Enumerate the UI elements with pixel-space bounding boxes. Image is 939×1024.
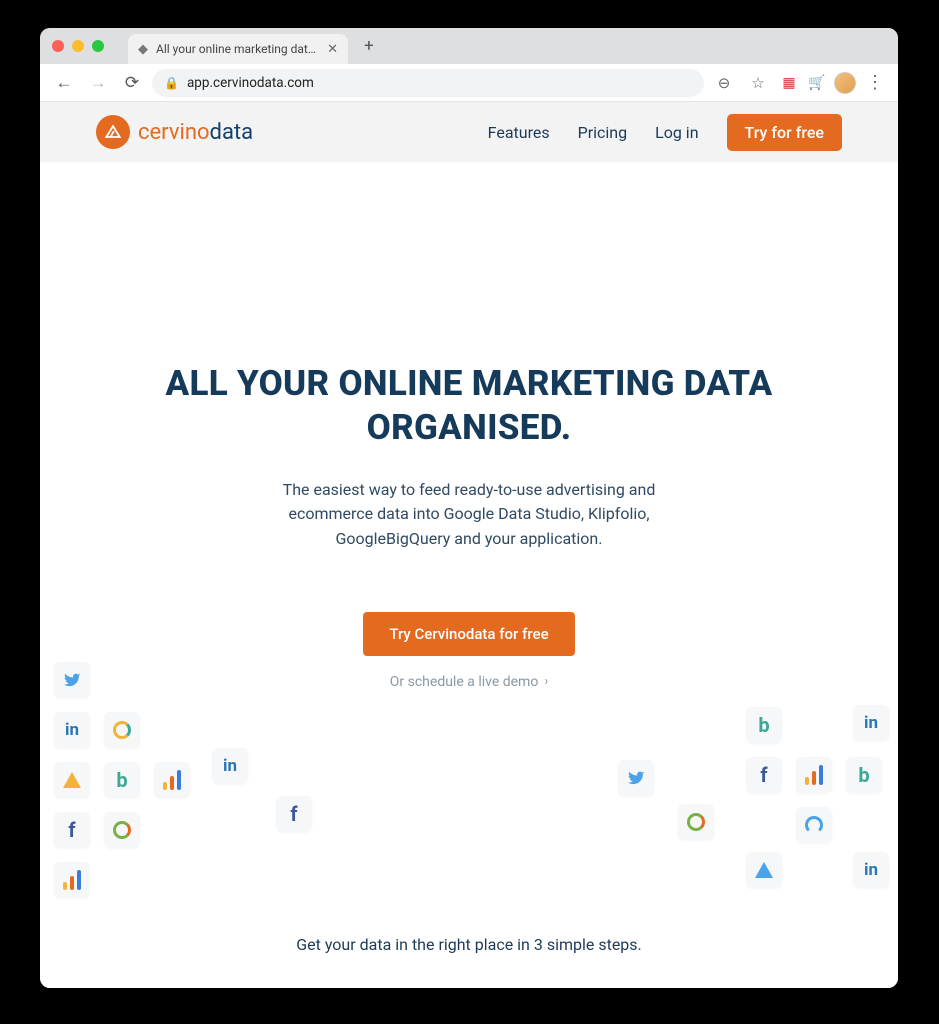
extension-icon-1[interactable]: ▦ xyxy=(778,72,800,94)
lock-icon: 🔒 xyxy=(164,76,179,90)
main-nav: Features Pricing Log in Try for free xyxy=(488,114,842,151)
window-titlebar: ◆ All your online marketing data or ✕ + xyxy=(40,28,898,64)
url-text: app.cervinodata.com xyxy=(187,75,314,91)
analytics-bars-icon xyxy=(54,862,90,898)
reload-button[interactable]: ⟳ xyxy=(118,69,146,97)
linkedin-icon: in xyxy=(853,852,889,888)
hero-subtext: The easiest way to feed ready-to-use adv… xyxy=(254,478,684,552)
hero-secondary-label: Or schedule a live demo xyxy=(390,674,539,690)
linkedin-icon: in xyxy=(853,705,889,741)
site-header: cervinodata Features Pricing Log in Try … xyxy=(40,102,898,162)
hero-headline: ALL YOUR ONLINE MARKETING DATA ORGANISED… xyxy=(100,362,838,450)
logo-mark-icon xyxy=(96,115,130,149)
twitter-icon xyxy=(618,760,654,796)
facebook-icon: f xyxy=(746,757,782,793)
maximize-window-button[interactable] xyxy=(92,40,104,52)
chevron-right-icon: › xyxy=(544,674,548,689)
minimize-window-button[interactable] xyxy=(72,40,84,52)
tab-title: All your online marketing data or xyxy=(156,42,319,56)
google-ads-icon xyxy=(54,762,90,798)
traffic-lights xyxy=(52,40,104,52)
spinner-icon xyxy=(104,712,140,748)
nav-pricing[interactable]: Pricing xyxy=(578,123,628,142)
close-tab-icon[interactable]: ✕ xyxy=(327,42,338,57)
browser-toolbar: ← → ⟳ 🔒 app.cervinodata.com ⊖ ☆ ▦ 🛒 ⋮ xyxy=(40,64,898,102)
circle-icon xyxy=(104,812,140,848)
close-window-button[interactable] xyxy=(52,40,64,52)
linkedin-icon: in xyxy=(212,748,248,784)
browser-window: ◆ All your online marketing data or ✕ + … xyxy=(40,28,898,988)
google-ads-icon xyxy=(746,852,782,888)
spinner-icon xyxy=(796,807,832,843)
steps-heading: Get your data in the right place in 3 si… xyxy=(40,935,898,954)
hero-primary-cta[interactable]: Try Cervinodata for free xyxy=(363,612,574,656)
extension-icon-2[interactable]: 🛒 xyxy=(806,72,828,94)
facebook-icon: f xyxy=(276,796,312,832)
tab-favicon-icon: ◆ xyxy=(138,42,148,57)
linkedin-icon: in xyxy=(54,712,90,748)
facebook-icon: f xyxy=(54,812,90,848)
new-tab-button[interactable]: + xyxy=(356,33,382,59)
bing-icon: b xyxy=(104,762,140,798)
hero-secondary-cta[interactable]: Or schedule a live demo › xyxy=(390,674,548,690)
bing-icon: b xyxy=(746,707,782,743)
profile-avatar[interactable] xyxy=(834,72,856,94)
back-button[interactable]: ← xyxy=(50,69,78,97)
bookmark-star-icon[interactable]: ☆ xyxy=(744,69,772,97)
nav-login[interactable]: Log in xyxy=(655,123,698,142)
analytics-bars-icon xyxy=(796,757,832,793)
hero-section: ALL YOUR ONLINE MARKETING DATA ORGANISED… xyxy=(40,162,898,690)
forward-button[interactable]: → xyxy=(84,69,112,97)
page-content: cervinodata Features Pricing Log in Try … xyxy=(40,102,898,988)
address-bar[interactable]: 🔒 app.cervinodata.com xyxy=(152,69,704,97)
analytics-bars-icon xyxy=(154,762,190,798)
bing-icon: b xyxy=(846,757,882,793)
browser-tab[interactable]: ◆ All your online marketing data or ✕ xyxy=(128,34,348,64)
zoom-icon[interactable]: ⊖ xyxy=(710,69,738,97)
nav-cta-button[interactable]: Try for free xyxy=(727,114,842,151)
circle-icon xyxy=(678,804,714,840)
nav-features[interactable]: Features xyxy=(488,123,550,142)
site-logo[interactable]: cervinodata xyxy=(96,115,253,149)
logo-text: cervinodata xyxy=(138,120,253,145)
browser-menu-icon[interactable]: ⋮ xyxy=(862,72,888,93)
